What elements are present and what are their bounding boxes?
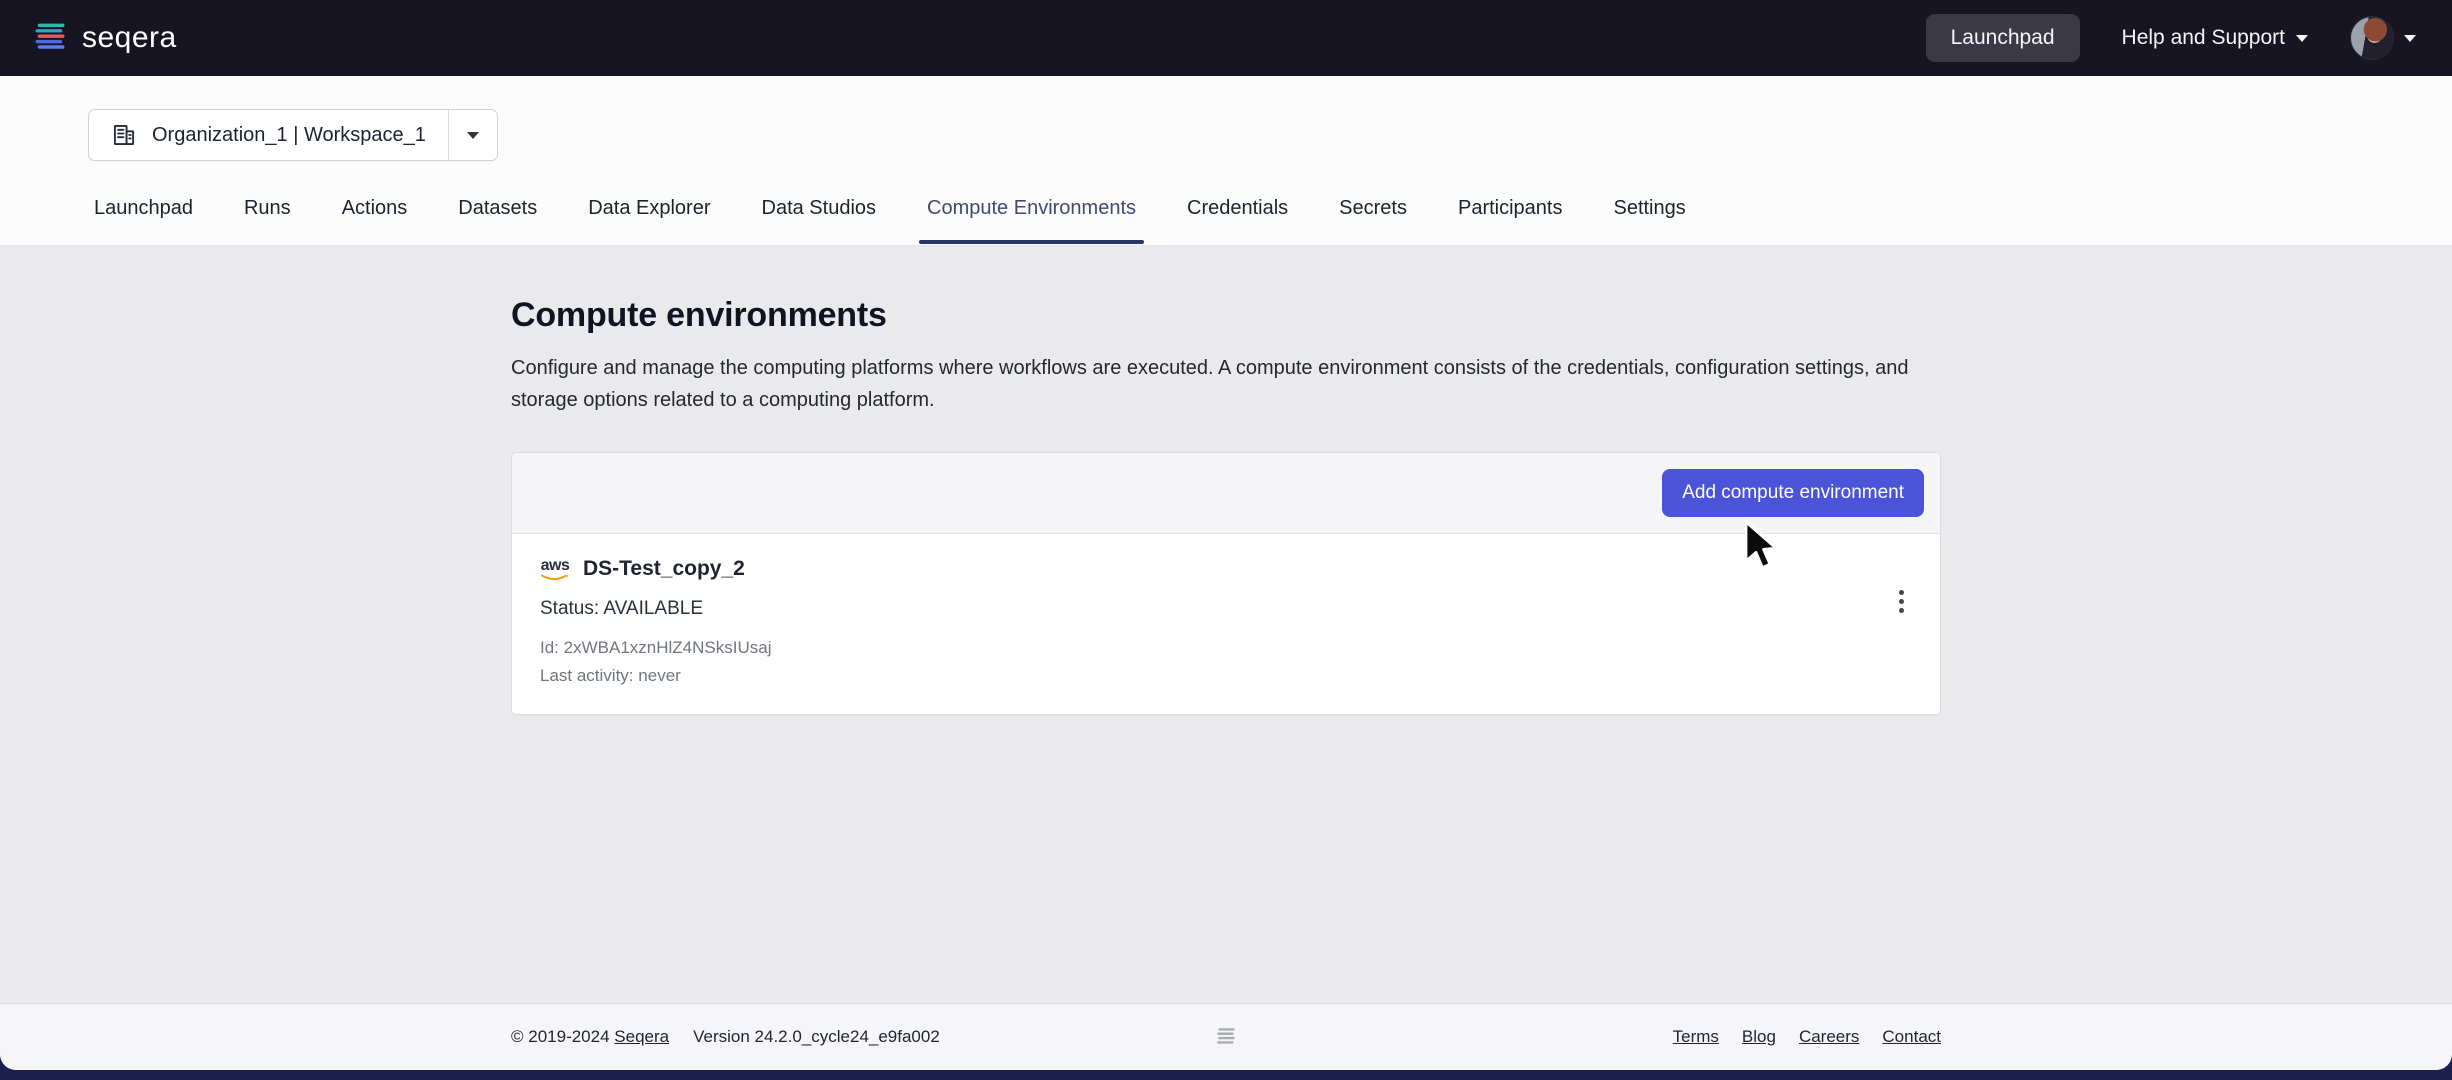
add-compute-environment-button[interactable]: Add compute environment [1662, 469, 1924, 517]
aws-smile-icon [540, 574, 570, 582]
terms-link[interactable]: Terms [1673, 1027, 1719, 1047]
environment-name-link[interactable]: DS-Test_copy_2 [583, 557, 745, 581]
environment-meta: Id: 2xWBA1xznHlZ4NSksIUsaj Last activity… [540, 635, 1914, 688]
copyright-text: © 2019-2024 Seqera [511, 1027, 669, 1047]
workspace-selector-label: Organization_1 | Workspace_1 [152, 124, 426, 147]
tab-runs[interactable]: Runs [236, 196, 299, 243]
tab-participants[interactable]: Participants [1450, 196, 1571, 243]
tab-actions[interactable]: Actions [334, 196, 416, 243]
seqera-footer-link[interactable]: Seqera [614, 1027, 669, 1046]
careers-link[interactable]: Careers [1799, 1027, 1859, 1047]
organization-icon [111, 122, 137, 148]
help-and-support-label: Help and Support [2122, 26, 2285, 50]
page-description: Configure and manage the computing platf… [511, 352, 1941, 416]
tab-settings[interactable]: Settings [1605, 196, 1693, 243]
brand-name: seqera [82, 21, 177, 55]
blog-link[interactable]: Blog [1742, 1027, 1776, 1047]
compute-environments-panel: Add compute environment aws DS-Test_copy… [511, 452, 1941, 715]
chevron-down-icon [467, 132, 479, 139]
tab-credentials[interactable]: Credentials [1179, 196, 1296, 243]
workspace-tabs: Launchpad Runs Actions Datasets Data Exp… [86, 196, 2452, 243]
chevron-down-icon [2296, 35, 2308, 42]
id-value: 2xWBA1xznHlZ4NSksIUsaj [564, 638, 772, 657]
tab-data-explorer[interactable]: Data Explorer [580, 196, 718, 243]
app-window: seqera Launchpad Help and Support [0, 0, 2452, 1070]
seqera-mark-icon [1213, 1022, 1239, 1052]
tab-secrets[interactable]: Secrets [1331, 196, 1415, 243]
tab-launchpad[interactable]: Launchpad [86, 196, 201, 243]
last-activity-label: Last activity: [540, 666, 634, 685]
workspace-band: Organization_1 | Workspace_1 Launchpad R… [0, 76, 2452, 246]
user-menu[interactable] [2350, 16, 2416, 60]
status-label: Status: [540, 598, 599, 619]
environment-name-row: aws DS-Test_copy_2 [540, 556, 1914, 582]
version-text: Version 24.2.0_cycle24_e9fa002 [693, 1027, 940, 1047]
tab-compute-environments[interactable]: Compute Environments [919, 196, 1144, 243]
brand[interactable]: seqera [32, 20, 177, 56]
footer-links: Terms Blog Careers Contact [1673, 1027, 1941, 1047]
main-content: Compute environments Configure and manag… [0, 246, 2452, 1003]
help-and-support-menu[interactable]: Help and Support [2122, 26, 2308, 50]
environment-status: Status: AVAILABLE [540, 598, 1914, 620]
page-title: Compute environments [511, 296, 1941, 335]
environment-options-kebab-icon[interactable] [1891, 584, 1912, 619]
top-navbar: seqera Launchpad Help and Support [0, 0, 2452, 76]
workspace-selector-dropdown-button[interactable] [449, 110, 497, 160]
navbar-right: Launchpad Help and Support [1926, 14, 2416, 62]
workspace-selector[interactable]: Organization_1 | Workspace_1 [88, 109, 498, 161]
panel-header: Add compute environment [512, 453, 1940, 534]
environment-last-activity-line: Last activity: never [540, 663, 1914, 689]
tab-datasets[interactable]: Datasets [450, 196, 545, 243]
compute-environment-card: aws DS-Test_copy_2 Status: AVAILABLE [512, 534, 1940, 714]
avatar[interactable] [2350, 16, 2394, 60]
tab-data-studios[interactable]: Data Studios [754, 196, 885, 243]
status-value: AVAILABLE [603, 598, 703, 619]
environment-id-line: Id: 2xWBA1xznHlZ4NSksIUsaj [540, 635, 1914, 661]
seqera-logo-icon [32, 20, 68, 56]
last-activity-value: never [638, 666, 681, 685]
footer: © 2019-2024 Seqera Version 24.2.0_cycle2… [0, 1003, 2452, 1070]
id-label: Id: [540, 638, 559, 657]
launchpad-button[interactable]: Launchpad [1926, 14, 2080, 62]
chevron-down-icon [2404, 35, 2416, 42]
workspace-selector-main[interactable]: Organization_1 | Workspace_1 [89, 110, 448, 160]
contact-link[interactable]: Contact [1882, 1027, 1941, 1047]
footer-left: © 2019-2024 Seqera Version 24.2.0_cycle2… [511, 1027, 940, 1047]
aws-provider-icon: aws [540, 558, 570, 582]
